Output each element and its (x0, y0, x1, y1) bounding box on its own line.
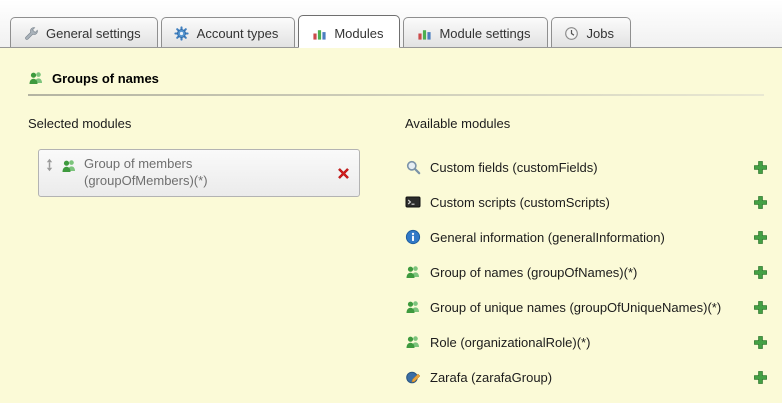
tab-label: Module settings (439, 26, 530, 41)
wrench-icon (23, 25, 39, 41)
module-label: Role (organizationalRole)(*) (430, 335, 590, 350)
add-module-button[interactable] (753, 265, 768, 280)
tab-jobs[interactable]: Jobs (551, 17, 631, 47)
selected-module-item: Group of members (groupOfMembers)(*) (38, 149, 360, 197)
available-module-row: Role (organizationalRole)(*) (405, 331, 768, 353)
module-label: General information (generalInformation) (430, 230, 665, 245)
module-label: Group of unique names (groupOfUniqueName… (430, 300, 721, 315)
modules-tab-panel: Groups of names Selected modules (0, 48, 782, 403)
tab-bar: General settings Account types (0, 0, 782, 48)
tab-module-settings[interactable]: Module settings (403, 17, 547, 47)
module-label: Custom scripts (customScripts) (430, 195, 610, 210)
tab-account-types[interactable]: Account types (161, 17, 296, 47)
remove-module-button[interactable] (336, 164, 351, 181)
green-plus-icon (753, 160, 768, 175)
add-module-button[interactable] (753, 335, 768, 350)
gear-icon (174, 25, 190, 41)
tab-label: Jobs (587, 26, 614, 41)
info-icon (405, 229, 421, 245)
bar-chart-icon (416, 25, 432, 41)
green-plus-icon (753, 335, 768, 350)
available-module-row: General information (generalInformation) (405, 226, 768, 248)
available-modules-column: Available modules Custom fields (customF… (405, 116, 782, 401)
zarafa-icon (405, 369, 421, 385)
available-module-row: Zarafa (zarafaGroup) (405, 366, 768, 388)
available-module-row: Group of unique names (groupOfUniqueName… (405, 296, 768, 318)
available-module-row: Group of names (groupOfNames)(*) (405, 261, 768, 283)
available-module-row: Custom scripts (customScripts) (405, 191, 768, 213)
available-module-row: Custom fields (customFields) (405, 156, 768, 178)
green-plus-icon (753, 230, 768, 245)
selected-modules-column: Selected modules (28, 116, 380, 401)
magnifier-icon (405, 159, 421, 175)
group-icon (405, 264, 421, 280)
section-header: Groups of names (0, 48, 782, 92)
group-icon (61, 158, 77, 174)
add-module-button[interactable] (753, 230, 768, 245)
tab-label: Modules (334, 26, 383, 41)
terminal-icon (405, 194, 421, 210)
section-divider (28, 94, 764, 96)
add-module-button[interactable] (753, 195, 768, 210)
module-columns: Selected modules (28, 116, 782, 401)
module-label: Group of names (groupOfNames)(*) (430, 265, 637, 280)
green-plus-icon (753, 195, 768, 210)
add-module-button[interactable] (753, 160, 768, 175)
add-module-button[interactable] (753, 370, 768, 385)
tab-label: General settings (46, 26, 141, 41)
red-x-icon (336, 166, 351, 181)
module-label: Zarafa (zarafaGroup) (430, 370, 552, 385)
tab-label: Account types (197, 26, 279, 41)
add-module-button[interactable] (753, 300, 768, 315)
drag-handle-icon[interactable] (45, 158, 54, 172)
module-label: Custom fields (customFields) (430, 160, 598, 175)
selected-modules-heading: Selected modules (28, 116, 380, 131)
tab-modules[interactable]: Modules (298, 15, 400, 48)
green-plus-icon (753, 300, 768, 315)
group-icon (28, 70, 44, 86)
group-icon (405, 334, 421, 350)
section-title: Groups of names (52, 71, 159, 86)
module-label: Group of members (groupOfMembers)(*) (84, 156, 284, 190)
bar-chart-icon (311, 25, 327, 41)
available-modules-heading: Available modules (405, 116, 768, 131)
clock-icon (564, 25, 580, 41)
green-plus-icon (753, 265, 768, 280)
green-plus-icon (753, 370, 768, 385)
tab-general-settings[interactable]: General settings (10, 17, 158, 47)
group-icon (405, 299, 421, 315)
